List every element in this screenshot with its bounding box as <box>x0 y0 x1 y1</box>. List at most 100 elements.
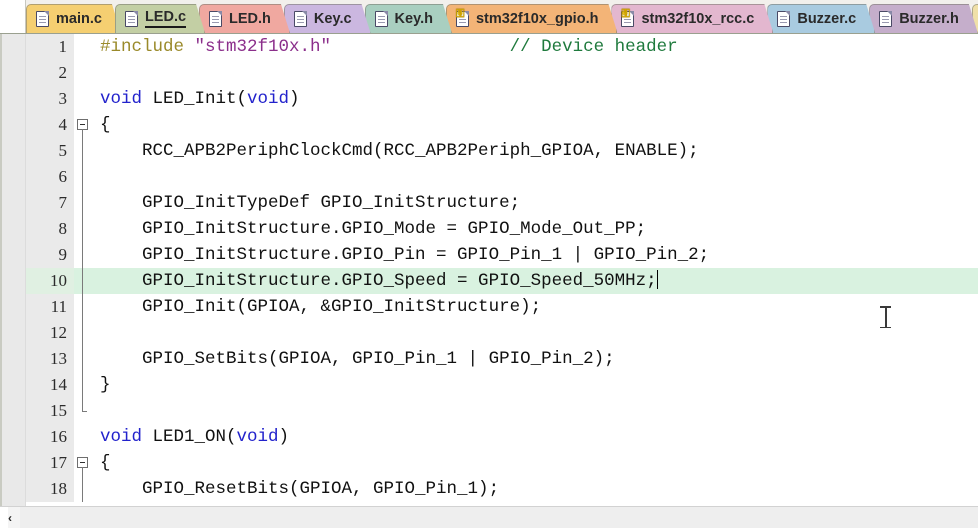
editor-tab-buzzer-h[interactable]: Buzzer.h <box>869 4 978 33</box>
editor-tab-label: main.c <box>56 11 102 27</box>
code-line[interactable]: 4{ <box>26 112 978 138</box>
code-text[interactable]: GPIO_Init(GPIOA, &GPIO_InitStructure); <box>92 294 978 320</box>
code-line[interactable]: 6 <box>26 164 978 190</box>
code-text[interactable] <box>92 60 978 86</box>
fold-guide-line <box>82 268 83 294</box>
code-line[interactable]: 16 void LED1_ON(void) <box>26 424 978 450</box>
code-line[interactable]: 17 { <box>26 450 978 476</box>
editor-tab-key-c[interactable]: Key.c <box>284 4 371 33</box>
code-fold-column[interactable] <box>74 112 92 138</box>
code-line[interactable]: 15 <box>26 398 978 424</box>
code-text[interactable]: { <box>92 450 978 476</box>
code-text[interactable]: GPIO_InitStructure.GPIO_Pin = GPIO_Pin_1… <box>92 242 978 268</box>
editor-tab-stm32f10x-rcc-c[interactable]: ⚿ stm32f10x_rcc.c <box>611 4 773 33</box>
code-text[interactable] <box>92 164 978 190</box>
code-text[interactable]: void LED_Init(void) <box>92 86 978 112</box>
fold-guide-line <box>82 372 83 398</box>
file-key-icon: ⚿ <box>621 11 634 27</box>
code-fold-column <box>74 216 92 242</box>
fold-guide-line <box>82 294 83 320</box>
code-line[interactable]: 11 GPIO_Init(GPIOA, &GPIO_InitStructure)… <box>26 294 978 320</box>
fold-guide-line <box>82 129 83 138</box>
line-number: 14 <box>26 372 74 398</box>
code-text[interactable]: GPIO_SetBits(GPIOA, GPIO_Pin_1 | GPIO_Pi… <box>92 346 978 372</box>
line-number: 3 <box>26 86 74 112</box>
line-number: 10 <box>26 268 74 294</box>
code-line[interactable]: 5 RCC_APB2PeriphClockCmd(RCC_APB2Periph_… <box>26 138 978 164</box>
code-text[interactable]: } <box>92 372 978 398</box>
line-number: 6 <box>26 164 74 190</box>
line-number: 17 <box>26 450 74 476</box>
code-fold-column <box>74 138 92 164</box>
code-text[interactable] <box>92 398 978 424</box>
line-number: 5 <box>26 138 74 164</box>
fold-guide-line <box>82 476 83 502</box>
code-line[interactable]: 2 <box>26 60 978 86</box>
code-line[interactable]: 12 <box>26 320 978 346</box>
code-token-txt: LED_Init( <box>152 89 248 109</box>
line-number: 4 <box>26 112 74 138</box>
editor-tab-stm32f10x-gpio-h[interactable]: ⚿ stm32f10x_gpio.h <box>446 4 618 33</box>
code-line[interactable]: 14} <box>26 372 978 398</box>
code-token-txt: GPIO_InitStructure.GPIO_Pin = GPIO_Pin_1… <box>100 245 710 265</box>
fold-guide-line <box>82 190 83 216</box>
code-line[interactable]: 18 GPIO_ResetBits(GPIOA, GPIO_Pin_1); <box>26 476 978 502</box>
editor-tab-label: LED.c <box>145 10 186 27</box>
code-fold-column <box>74 346 92 372</box>
code-fold-column <box>74 372 92 398</box>
code-editor-pane[interactable]: 1 #include "stm32f10x.h" // Device header… <box>0 34 978 506</box>
code-fold-column[interactable] <box>74 450 92 476</box>
code-text[interactable] <box>92 320 978 346</box>
code-fold-column <box>74 242 92 268</box>
editor-tab-key-h[interactable]: Key.h <box>365 4 452 33</box>
editor-tab-led-h[interactable]: LED.h <box>199 4 290 33</box>
code-text[interactable]: #include "stm32f10x.h" // Device header <box>92 34 978 60</box>
text-caret <box>656 270 659 289</box>
code-fold-column <box>74 190 92 216</box>
code-text[interactable]: GPIO_InitStructure.GPIO_Speed = GPIO_Spe… <box>92 268 978 294</box>
code-line[interactable]: 1 #include "stm32f10x.h" // Device header <box>26 34 978 60</box>
fold-guide-end <box>82 398 87 412</box>
code-token-com: // Device header <box>509 37 678 57</box>
code-line[interactable]: 8 GPIO_InitStructure.GPIO_Mode = GPIO_Mo… <box>26 216 978 242</box>
code-fold-column <box>74 398 92 424</box>
code-fold-column <box>74 34 92 60</box>
line-number: 15 <box>26 398 74 424</box>
code-text[interactable]: { <box>92 112 978 138</box>
editor-tab-led-c[interactable]: LED.c <box>115 4 205 33</box>
code-token-txt: GPIO_SetBits(GPIOA, GPIO_Pin_1 | GPIO_Pi… <box>100 349 615 369</box>
line-number: 7 <box>26 190 74 216</box>
code-token-txt: { <box>100 115 111 135</box>
code-line[interactable]: 13 GPIO_SetBits(GPIOA, GPIO_Pin_1 | GPIO… <box>26 346 978 372</box>
code-text[interactable]: void LED1_ON(void) <box>92 424 978 450</box>
line-number: 2 <box>26 60 74 86</box>
code-text[interactable]: GPIO_InitStructure.GPIO_Mode = GPIO_Mode… <box>92 216 978 242</box>
code-token-txt: } <box>100 375 111 395</box>
scrollbar-left-cap <box>0 507 8 528</box>
code-text[interactable]: GPIO_InitTypeDef GPIO_InitStructure; <box>92 190 978 216</box>
line-number: 9 <box>26 242 74 268</box>
editor-tab-main-c[interactable]: main.c <box>26 4 121 33</box>
scrollbar-track[interactable] <box>20 507 978 528</box>
code-line[interactable]: 9 GPIO_InitStructure.GPIO_Pin = GPIO_Pin… <box>26 242 978 268</box>
code-token-key: void <box>236 427 279 447</box>
code-line[interactable]: 7 GPIO_InitTypeDef GPIO_InitStructure; <box>26 190 978 216</box>
code-token-txt: GPIO_Init(GPIOA, &GPIO_InitStructure); <box>100 297 542 317</box>
file-icon <box>36 11 49 27</box>
code-editor-window: main.c LED.c LED.h Key.c Key.h ⚿ stm32f10x_gpi… <box>0 0 978 528</box>
code-line[interactable]: 3 void LED_Init(void) <box>26 86 978 112</box>
horizontal-scrollbar[interactable]: ‹ <box>0 506 978 528</box>
fold-guide-line <box>82 467 83 476</box>
editor-tab-label: Buzzer.h <box>899 11 959 27</box>
code-fold-column <box>74 424 92 450</box>
line-number: 13 <box>26 346 74 372</box>
code-token-str: "stm32f10x.h" <box>194 37 332 57</box>
code-token-txt: GPIO_InitStructure.GPIO_Speed = GPIO_Spe… <box>100 271 657 291</box>
code-text[interactable]: GPIO_ResetBits(GPIOA, GPIO_Pin_1); <box>92 476 978 502</box>
editor-tab-buzzer-c[interactable]: Buzzer.c <box>767 4 875 33</box>
code-line[interactable]: 10 GPIO_InitStructure.GPIO_Speed = GPIO_… <box>26 268 978 294</box>
editor-tab-label: Buzzer.c <box>797 11 857 27</box>
code-lines-container[interactable]: 1 #include "stm32f10x.h" // Device header… <box>26 34 978 506</box>
code-text[interactable]: RCC_APB2PeriphClockCmd(RCC_APB2Periph_GP… <box>92 138 978 164</box>
code-token-key: void <box>100 89 153 109</box>
